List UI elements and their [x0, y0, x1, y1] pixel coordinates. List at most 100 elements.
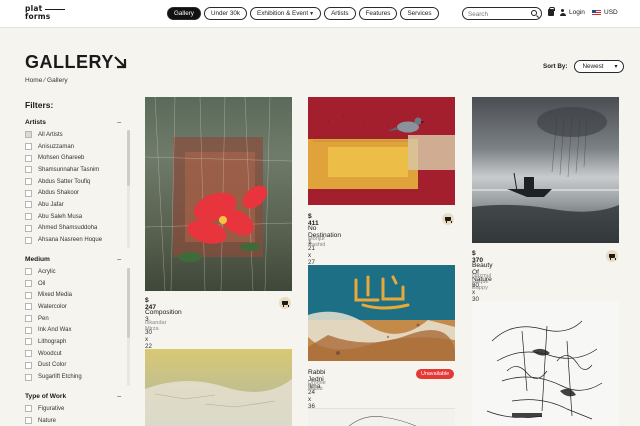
filter-group-label: Artists — [25, 119, 46, 126]
artwork-image[interactable] — [145, 349, 292, 426]
filter-option[interactable]: Ahsana Nasreen Hoque — [25, 234, 125, 246]
filter-option[interactable]: Abdus Satter Toufiq — [25, 176, 125, 188]
filter-option[interactable]: Dust Color — [25, 360, 125, 372]
filter-option[interactable]: Figurative — [25, 403, 125, 415]
artwork-painting-boat — [472, 107, 619, 243]
nav-gallery[interactable]: Gallery — [167, 7, 201, 20]
search-icon[interactable] — [531, 10, 537, 16]
filter-option[interactable]: Anisuzzaman — [25, 141, 125, 153]
nav-services[interactable]: Services — [400, 7, 439, 20]
artwork-image[interactable] — [308, 408, 455, 426]
filter-group-header[interactable]: Medium – — [25, 256, 125, 266]
checkbox[interactable] — [25, 405, 32, 413]
filter-option[interactable]: Sugarlift Etching — [25, 371, 125, 383]
medium-scroll-thumb[interactable] — [127, 268, 130, 338]
filter-group-type: Type of Work – Figurative Nature — [25, 393, 125, 426]
caret-down-icon: ▼ — [309, 11, 315, 17]
checkbox[interactable] — [25, 213, 32, 221]
checkbox[interactable] — [25, 224, 32, 232]
artwork-image[interactable] — [145, 97, 292, 291]
filter-option[interactable]: Woodcut — [25, 348, 125, 360]
collapse-icon[interactable]: – — [117, 393, 121, 403]
filter-option[interactable]: Oil — [25, 278, 125, 290]
nav-artists[interactable]: Artists — [324, 7, 356, 20]
checkbox[interactable] — [25, 280, 32, 288]
user-icon — [559, 9, 566, 16]
artwork-image[interactable] — [308, 265, 455, 361]
checkbox[interactable] — [25, 350, 32, 358]
sort-label: Sort By: — [543, 63, 568, 70]
login-link[interactable]: Login — [559, 9, 585, 16]
filter-option[interactable]: Ink And Wax — [25, 324, 125, 336]
filter-option-label: Lithograph — [38, 338, 67, 345]
filter-option[interactable]: All Artists — [25, 129, 125, 141]
checkbox[interactable] — [25, 189, 32, 197]
filter-option[interactable]: Abdus Shakoor — [25, 187, 125, 199]
artists-scroll-thumb[interactable] — [127, 130, 130, 186]
shopping-bag-icon[interactable] — [548, 7, 555, 16]
checkbox[interactable] — [25, 143, 32, 151]
filter-option[interactable]: Watercolor — [25, 301, 125, 313]
checkbox[interactable] — [25, 268, 32, 276]
filter-option[interactable]: Abu Saleh Musa — [25, 211, 125, 223]
checkbox[interactable] — [25, 166, 32, 174]
checkbox[interactable] — [25, 291, 32, 299]
checkbox[interactable] — [25, 338, 32, 346]
checkbox[interactable] — [25, 178, 32, 186]
checkbox[interactable] — [25, 131, 32, 139]
artwork-painting-calligraphy — [308, 265, 455, 361]
checkbox[interactable] — [25, 361, 32, 369]
filter-option[interactable]: Mixed Media — [25, 289, 125, 301]
filter-option-label: Figurative — [38, 405, 65, 412]
cart-icon[interactable] — [279, 297, 291, 309]
artwork-image[interactable] — [472, 301, 619, 426]
checkbox[interactable] — [25, 236, 32, 244]
brand-logo[interactable]: plat forms — [25, 5, 66, 21]
filter-option[interactable]: Shamsunnahar Tasnim — [25, 164, 125, 176]
filter-option[interactable]: Mohsen Ghareeb — [25, 152, 125, 164]
breadcrumb: Home ⁄ Gallery — [25, 77, 68, 84]
filter-option-label: Abdus Satter Toufiq — [38, 178, 91, 185]
sort-control: Sort By: Newest ▾ — [543, 60, 624, 73]
collapse-icon[interactable]: – — [117, 256, 121, 266]
us-flag-icon — [592, 9, 601, 16]
search-input[interactable] — [468, 9, 530, 19]
filter-option[interactable]: Lithograph — [25, 336, 125, 348]
nav-features[interactable]: Features — [358, 7, 398, 20]
login-label: Login — [569, 9, 585, 16]
artwork-image[interactable] — [472, 97, 619, 243]
checkbox[interactable] — [25, 154, 32, 162]
nav-exhibition-event[interactable]: Exhibition & Event▼ — [250, 7, 322, 20]
filter-option-label: Pen — [38, 315, 49, 322]
filter-option-label: Anisuzzaman — [38, 143, 75, 150]
sort-value: Newest — [582, 63, 604, 70]
cart-icon[interactable] — [442, 213, 454, 225]
filter-option[interactable]: Pen — [25, 313, 125, 325]
filter-option-label: Ahsana Nasreen Hoque — [38, 237, 103, 244]
filter-option-label: Abu Jafar — [38, 201, 64, 208]
filter-option[interactable]: Ahmed Shamsuddoha — [25, 223, 125, 235]
filter-option-label: Ink And Wax — [38, 327, 72, 334]
checkbox[interactable] — [25, 373, 32, 381]
filter-group-header[interactable]: Type of Work – — [25, 393, 125, 403]
nav-under-30k[interactable]: Under 30k — [203, 7, 248, 20]
checkbox[interactable] — [25, 326, 32, 334]
filter-option-label: Mohsen Ghareeb — [38, 155, 85, 162]
filter-option[interactable]: Abu Jafar — [25, 199, 125, 211]
nav-exhibition-label: Exhibition & Event — [257, 10, 309, 17]
filter-option-label: Oil — [38, 280, 46, 287]
filter-group-header[interactable]: Artists – — [25, 119, 125, 129]
cart-icon[interactable] — [606, 250, 618, 262]
artwork-image[interactable] — [308, 97, 455, 205]
checkbox[interactable] — [25, 303, 32, 311]
checkbox[interactable] — [25, 417, 32, 425]
collapse-icon[interactable]: – — [117, 119, 121, 129]
sort-select[interactable]: Newest ▾ — [573, 60, 624, 73]
checkbox[interactable] — [25, 201, 32, 209]
filter-option[interactable]: Nature — [25, 415, 125, 426]
filter-group-medium: Medium – Acrylic Oil Mixed Media Watercol… — [25, 256, 125, 383]
checkbox[interactable] — [25, 315, 32, 323]
currency-selector[interactable]: USD — [592, 9, 618, 16]
filter-option-label: Mixed Media — [38, 292, 73, 299]
filter-option[interactable]: Acrylic — [25, 266, 125, 278]
